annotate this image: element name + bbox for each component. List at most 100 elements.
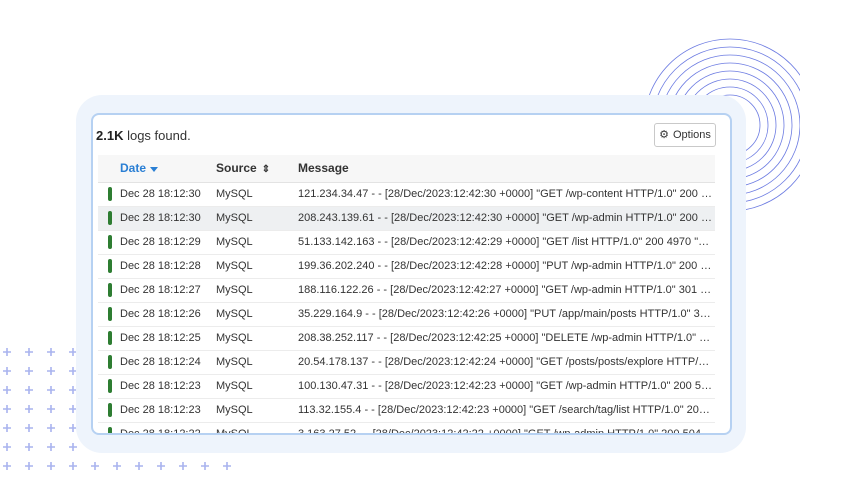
sort-icon: ⇕	[261, 164, 271, 176]
plus-mark	[25, 367, 33, 375]
table-row[interactable]: Dec 28 18:12:27 MySQL 188.116.122.26 - - […	[98, 278, 715, 302]
plus-mark	[3, 386, 11, 394]
gear-icon: ⚙	[659, 128, 669, 141]
source-column-header[interactable]: Source ⇕	[216, 155, 298, 182]
level-cell	[98, 254, 120, 278]
level-cell	[98, 326, 120, 350]
table-row[interactable]: Dec 28 18:12:29 MySQL 51.133.142.163 - - […	[98, 230, 715, 254]
message-cell: 100.130.47.31 - - [28/Dec/2023:12:42:23 …	[298, 380, 715, 392]
message-cell: 208.38.252.117 - - [28/Dec/2023:12:42:25…	[298, 332, 715, 344]
level-column-header	[98, 155, 120, 182]
plus-mark	[47, 367, 55, 375]
source-cell: MySQL	[216, 284, 253, 296]
table-row[interactable]: Dec 28 18:12:28 MySQL 199.36.202.240 - - […	[98, 254, 715, 278]
plus-mark	[47, 443, 55, 451]
plus-mark	[157, 462, 165, 470]
date-cell: Dec 28 18:12:23	[120, 404, 201, 416]
message-cell: 208.243.139.61 - - [28/Dec/2023:12:42:30…	[298, 212, 715, 224]
level-cell	[98, 398, 120, 422]
plus-mark	[113, 462, 121, 470]
source-cell: MySQL	[216, 404, 253, 416]
level-indicator	[108, 331, 112, 345]
table-row[interactable]: Dec 28 18:12:25 MySQL 208.38.252.117 - - […	[98, 326, 715, 350]
level-indicator	[108, 283, 112, 297]
level-cell	[98, 302, 120, 326]
date-cell: Dec 28 18:12:28	[120, 260, 201, 272]
level-indicator	[108, 427, 112, 433]
level-indicator	[108, 235, 112, 249]
plus-mark	[25, 386, 33, 394]
plus-mark	[201, 462, 209, 470]
level-cell	[98, 350, 120, 374]
source-cell: MySQL	[216, 188, 253, 200]
options-label: Options	[672, 129, 711, 141]
level-indicator	[108, 187, 112, 201]
message-column-label: Message	[298, 161, 349, 176]
plus-mark	[3, 348, 11, 356]
message-cell: 35.229.164.9 - - [28/Dec/2023:12:42:26 +…	[298, 308, 715, 320]
date-cell: Dec 28 18:12:27	[120, 284, 201, 296]
level-indicator	[108, 211, 112, 225]
date-column-label: Date	[120, 161, 147, 176]
plus-mark	[179, 462, 187, 470]
plus-mark	[69, 443, 77, 451]
options-button[interactable]: ⚙ Options	[654, 123, 716, 147]
plus-mark	[47, 405, 55, 413]
level-cell	[98, 374, 120, 398]
plus-mark	[3, 462, 11, 470]
level-indicator	[108, 307, 112, 321]
level-cell	[98, 422, 120, 433]
logs-count: 2.1K	[96, 128, 124, 143]
message-cell: 3.163.27.52 - - [28/Dec/2023:12:42:22 +0…	[298, 428, 715, 435]
table-row[interactable]: Dec 28 18:12:24 MySQL 20.54.178.137 - - [2…	[98, 350, 715, 374]
plus-mark	[25, 424, 33, 432]
plus-mark	[25, 405, 33, 413]
level-cell	[98, 230, 120, 254]
table-row[interactable]: Dec 28 18:12:26 MySQL 35.229.164.9 - - [28…	[98, 302, 715, 326]
plus-mark	[3, 424, 11, 432]
date-cell: Dec 28 18:12:26	[120, 308, 201, 320]
plus-mark	[25, 348, 33, 356]
plus-mark	[3, 405, 11, 413]
message-cell: 121.234.34.47 - - [28/Dec/2023:12:42:30 …	[298, 188, 715, 200]
source-cell: MySQL	[216, 428, 253, 435]
source-cell: MySQL	[216, 212, 253, 224]
plus-mark	[91, 462, 99, 470]
plus-mark	[69, 462, 77, 470]
source-cell: MySQL	[216, 308, 253, 320]
source-cell: MySQL	[216, 260, 253, 272]
level-indicator	[108, 403, 112, 417]
table-row[interactable]: Dec 28 18:12:30 MySQL 208.243.139.61 - - […	[98, 206, 715, 230]
plus-mark	[47, 424, 55, 432]
message-cell: 188.116.122.26 - - [28/Dec/2023:12:42:27…	[298, 284, 715, 296]
logs-found-text: 2.1K logs found.	[96, 128, 191, 143]
source-cell: MySQL	[216, 236, 253, 248]
message-cell: 20.54.178.137 - - [28/Dec/2023:12:42:24 …	[298, 356, 715, 368]
plus-mark	[3, 367, 11, 375]
plus-mark	[223, 462, 231, 470]
source-column-label: Source	[216, 161, 257, 176]
plus-mark	[47, 386, 55, 394]
date-column-header[interactable]: Date	[120, 155, 216, 182]
level-indicator	[108, 259, 112, 273]
source-cell: MySQL	[216, 380, 253, 392]
date-cell: Dec 28 18:12:30	[120, 212, 201, 224]
logs-table: Date Source ⇕ Message Dec 28 18:12:30 MySQ…	[98, 155, 715, 435]
logs-panel: 2.1K logs found. ⚙ Options Date Source ⇕ …	[91, 113, 732, 435]
table-row[interactable]: Dec 28 18:12:23 MySQL 100.130.47.31 - - [2…	[98, 374, 715, 398]
message-cell: 51.133.142.163 - - [28/Dec/2023:12:42:29…	[298, 236, 715, 248]
table-row[interactable]: Dec 28 18:12:22 MySQL 3.163.27.52 - - [28/…	[98, 422, 715, 435]
message-cell: 199.36.202.240 - - [28/Dec/2023:12:42:28…	[298, 260, 715, 272]
level-cell	[98, 206, 120, 230]
table-row[interactable]: Dec 28 18:12:30 MySQL 121.234.34.47 - - [2…	[98, 182, 715, 206]
level-indicator	[108, 355, 112, 369]
sort-desc-icon	[150, 166, 159, 172]
table-row[interactable]: Dec 28 18:12:23 MySQL 113.32.155.4 - - [28…	[98, 398, 715, 422]
table-header-row: Date Source ⇕ Message	[98, 155, 715, 182]
date-cell: Dec 28 18:12:24	[120, 356, 201, 368]
logs-count-suffix: logs found.	[123, 128, 191, 143]
message-cell: 113.32.155.4 - - [28/Dec/2023:12:42:23 +…	[298, 404, 715, 416]
date-cell: Dec 28 18:12:30	[120, 188, 201, 200]
message-column-header: Message	[298, 155, 715, 182]
source-cell: MySQL	[216, 332, 253, 344]
